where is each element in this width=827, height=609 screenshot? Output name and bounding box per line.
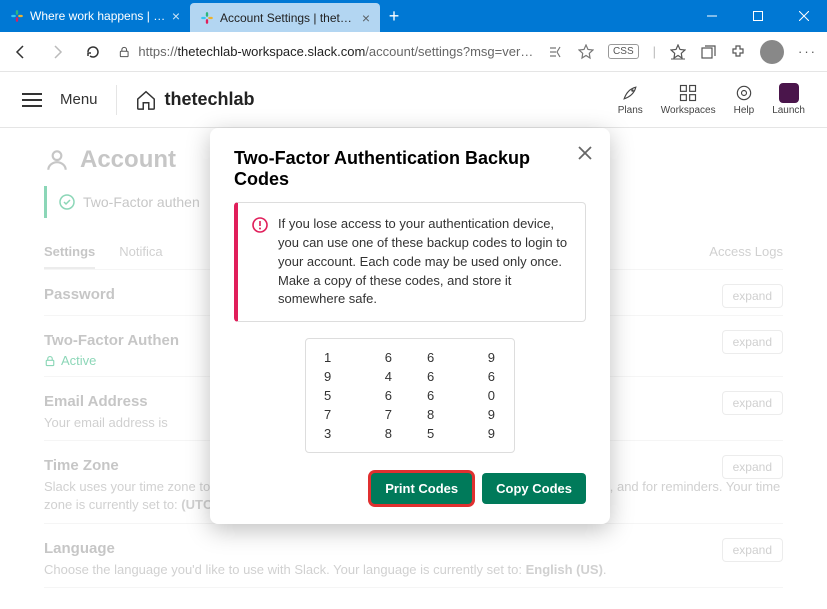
expand-button[interactable]: expand [722,284,783,308]
maximize-button[interactable] [735,0,781,32]
workspace-link[interactable]: thetechlab [135,89,255,111]
slack-icon [10,9,24,23]
favorites-icon[interactable] [670,44,686,60]
expand-button[interactable]: expand [722,538,783,562]
window-controls [689,0,827,32]
tab-strip: Where work happens | Slack × Account Set… [0,0,689,32]
address-bar: https://thetechlab-workspace.slack.com/a… [0,32,827,72]
css-badge[interactable]: CSS [608,44,639,59]
menu-label[interactable]: Menu [60,91,98,108]
collections-icon[interactable] [700,44,716,60]
backup-code-fragment: 7 [360,406,410,423]
check-badge-icon [59,194,75,210]
backup-code-fragment: 7 [308,406,358,423]
backup-code-fragment: 8 [360,425,410,442]
profile-avatar[interactable] [760,40,784,64]
modal-title: Two-Factor Authentication Backup Codes [234,148,586,190]
close-icon[interactable]: × [172,8,180,24]
info-box: If you lose access to your authenticatio… [234,202,586,322]
backup-code-fragment: 6 [411,368,461,385]
house-icon [135,89,157,111]
back-button[interactable] [10,41,32,63]
menu-icon[interactable] [22,93,42,107]
lock-icon [44,355,56,367]
codes-table: 1 66 99 46 65 66 07 78 93 85 9 [306,347,514,444]
backup-codes-list: 1 66 99 46 65 66 07 78 93 85 9 [305,338,515,453]
rocket-icon [620,83,640,103]
url-text: https://thetechlab-workspace.slack.com/a… [138,44,534,59]
backup-code-fragment: 5 [411,425,461,442]
copy-codes-button[interactable]: Copy Codes [482,473,586,504]
backup-code-fragment: 6 [463,368,513,385]
backup-code-fragment: 9 [308,368,358,385]
backup-code-fragment: 0 [463,387,513,404]
star-icon[interactable] [578,44,594,60]
workspaces-link[interactable]: Workspaces [661,83,716,116]
tab-notifications[interactable]: Notifica [119,236,162,269]
slack-app-icon [779,83,799,103]
plans-link[interactable]: Plans [618,83,643,116]
refresh-button[interactable] [82,41,104,63]
launch-button[interactable]: Launch [772,83,805,116]
warning-icon [252,217,268,233]
tab-title: Where work happens | Slack [30,9,166,23]
extensions-icon[interactable] [730,44,746,60]
browser-tab-account-settings[interactable]: Account Settings | thetechlab Sla… × [190,3,380,32]
close-icon[interactable] [578,146,592,165]
backup-code-fragment: 6 [360,387,410,404]
backup-code-fragment: 5 [308,387,358,404]
close-icon[interactable]: × [362,10,370,26]
browser-titlebar: Where work happens | Slack × Account Set… [0,0,827,32]
person-icon [44,147,70,173]
slack-header: Menu thetechlab Plans Workspaces Help La… [0,72,827,128]
tab-title: Account Settings | thetechlab Sla… [220,11,356,25]
new-tab-button[interactable]: + [380,0,408,32]
backup-code-fragment: 9 [463,425,513,442]
backup-code-fragment: 6 [411,387,461,404]
section-language: Language Choose the language you'd like … [44,524,783,588]
url-zone[interactable]: https://thetechlab-workspace.slack.com/a… [118,44,534,59]
expand-button[interactable]: expand [722,391,783,415]
backup-codes-modal: Two-Factor Authentication Backup Codes I… [210,128,610,524]
backup-code-fragment: 1 [308,349,358,366]
backup-code-fragment: 6 [360,349,410,366]
close-window-button[interactable] [781,0,827,32]
slack-icon [200,11,214,25]
lock-icon [118,45,130,59]
modal-actions: Print Codes Copy Codes [234,473,586,504]
expand-button[interactable]: expand [722,330,783,354]
help-link[interactable]: Help [734,83,755,116]
forward-button[interactable] [46,41,68,63]
backup-code-fragment: 9 [463,349,513,366]
backup-code-fragment: 6 [411,349,461,366]
more-icon[interactable]: ··· [798,44,817,59]
grid-icon [678,83,698,103]
tab-access-logs[interactable]: Access Logs [709,236,783,269]
backup-code-fragment: 9 [463,406,513,423]
print-codes-button[interactable]: Print Codes [371,473,472,504]
backup-code-fragment: 3 [308,425,358,442]
backup-code-fragment: 4 [360,368,410,385]
reader-icon[interactable] [548,44,564,60]
expand-button[interactable]: expand [722,455,783,479]
tab-settings[interactable]: Settings [44,236,95,269]
backup-code-fragment: 8 [411,406,461,423]
minimize-button[interactable] [689,0,735,32]
gear-icon [734,83,754,103]
address-bar-actions: CSS | ··· [548,40,817,64]
browser-tab-slack-home[interactable]: Where work happens | Slack × [0,0,190,32]
